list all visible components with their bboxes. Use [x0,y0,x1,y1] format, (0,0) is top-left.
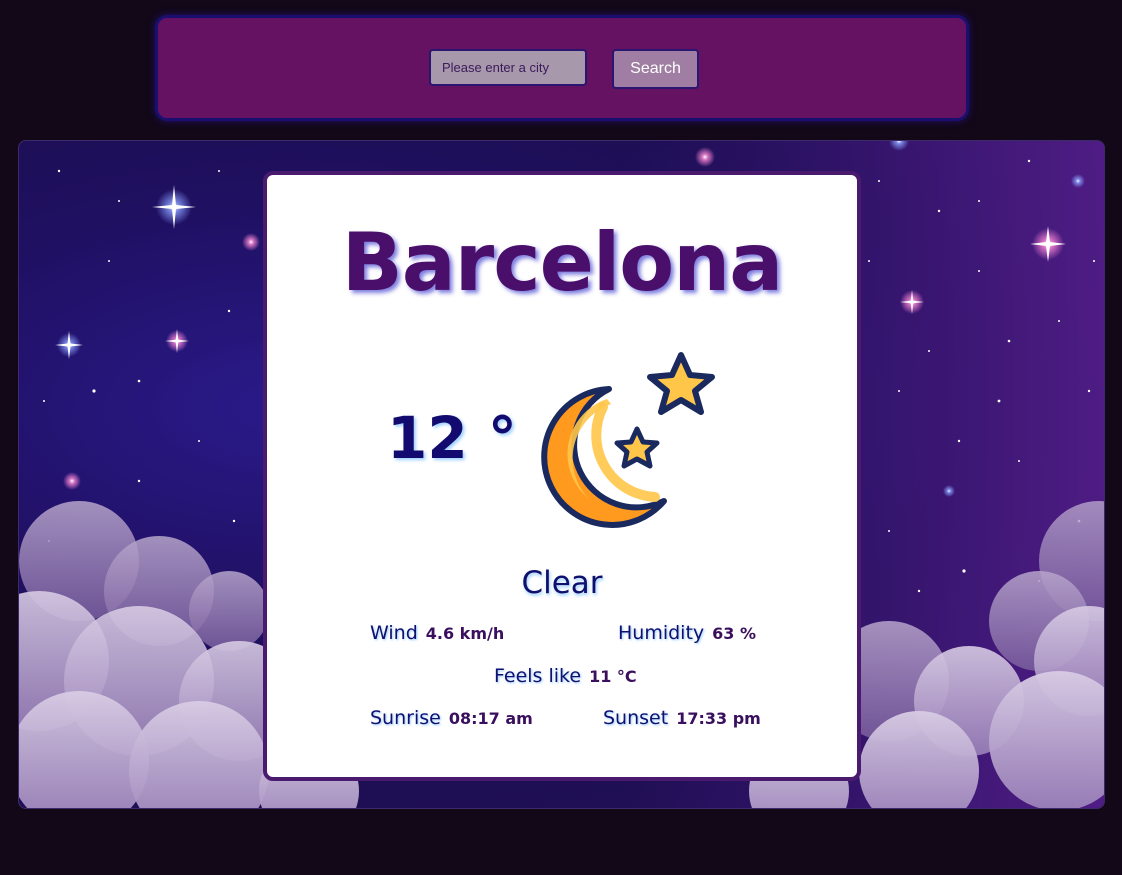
moon-and-stars-icon [541,352,715,528]
wind-detail: Wind 4.6 km/h [370,624,504,643]
wind-label: Wind [370,622,418,644]
sunset-detail: Sunset 17:33 pm [603,709,761,728]
feels-like-value: 11 °C [589,667,637,686]
weather-card: Barcelona 12 ° Clear Wind 4.6 km/h Humidi… [263,171,861,781]
sunrise-detail: Sunrise 08:17 am [370,709,533,728]
sunset-value: 17:33 pm [676,709,761,728]
feels-like-label: Feels like [494,665,582,687]
city-search-input[interactable] [429,49,587,86]
sunrise-label: Sunrise [370,707,441,729]
feels-like-detail: Feels like 11 °C [494,667,637,686]
city-name: Barcelona [341,216,783,309]
sunrise-value: 08:17 am [448,709,533,728]
temperature: 12 ° [387,404,517,472]
night-sky-background: Barcelona 12 ° Clear Wind 4.6 km/h Humidi… [18,140,1105,809]
weather-condition: Clear [521,565,603,601]
humidity-label: Humidity [618,622,705,644]
sunset-label: Sunset [603,707,669,729]
search-button[interactable]: Search [612,49,699,89]
wind-value: 4.6 km/h [425,624,505,643]
humidity-value: 63 % [712,624,757,643]
search-bar: Search [155,15,969,121]
humidity-detail: Humidity 63 % [618,624,756,643]
